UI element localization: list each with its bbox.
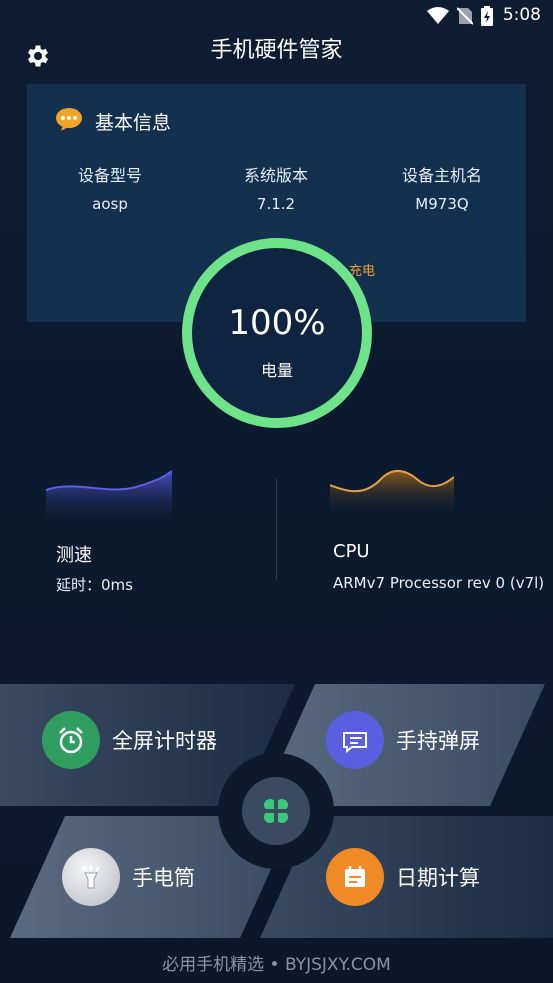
hostname-value: M973Q [415, 195, 469, 213]
cpu-model: ARMv7 Processor rev 0 (v7l) [333, 574, 545, 592]
popup-label: 手持弹屏 [396, 729, 480, 753]
fullscreen-timer-button[interactable]: 全屏计时器 [42, 711, 217, 769]
speed-latency: 延时：0ms [56, 576, 133, 594]
chat-bubble-icon [56, 108, 82, 131]
system-version-label: 系统版本 [243, 166, 308, 185]
wifi-icon [427, 7, 449, 24]
status-icons [427, 6, 493, 26]
battery-charging-icon [481, 6, 493, 26]
no-sim-icon [457, 7, 473, 25]
watermark: 必用手机精选 • BYJSJXY.COM [162, 955, 391, 975]
chat-bubble-icon [326, 711, 384, 769]
flashlight-label: 手电筒 [132, 866, 195, 890]
battery-label: 电量 [260, 361, 293, 380]
hostname-label: 设备主机名 [401, 166, 482, 185]
handheld-popup-button[interactable]: 手持弹屏 [326, 711, 480, 769]
device-model-value: aosp [92, 195, 128, 213]
speed-wave-graphic [46, 470, 172, 525]
cpu-title: CPU [333, 541, 370, 562]
date-calculator-button[interactable]: 日期计算 [326, 848, 480, 906]
system-version: 系统版本 7.1.2 [193, 162, 359, 213]
status-time: 5:08 [502, 5, 541, 25]
system-version-value: 7.1.2 [256, 195, 296, 213]
device-hostname: 设备主机名 M973Q [359, 162, 525, 213]
alarm-clock-icon [42, 711, 100, 769]
speed-title: 测速 [56, 545, 92, 566]
cpu-wave-graphic [330, 470, 454, 515]
calendar-icon [326, 848, 384, 906]
card-title: 基本信息 [95, 112, 172, 134]
date-calc-label: 日期计算 [396, 866, 480, 890]
divider [276, 478, 277, 580]
tools-hub-clover-icon[interactable] [258, 793, 294, 829]
timer-label: 全屏计时器 [112, 729, 217, 753]
flashlight-button[interactable]: 手电筒 [62, 848, 195, 906]
device-model: 设备型号 aosp [27, 162, 193, 213]
device-model-label: 设备型号 [77, 166, 142, 185]
status-bar: 5:08 [0, 0, 553, 32]
page-title: 手机硬件管家 [210, 38, 343, 63]
battery-percent: 100% [228, 303, 326, 343]
flashlight-icon [62, 848, 120, 906]
